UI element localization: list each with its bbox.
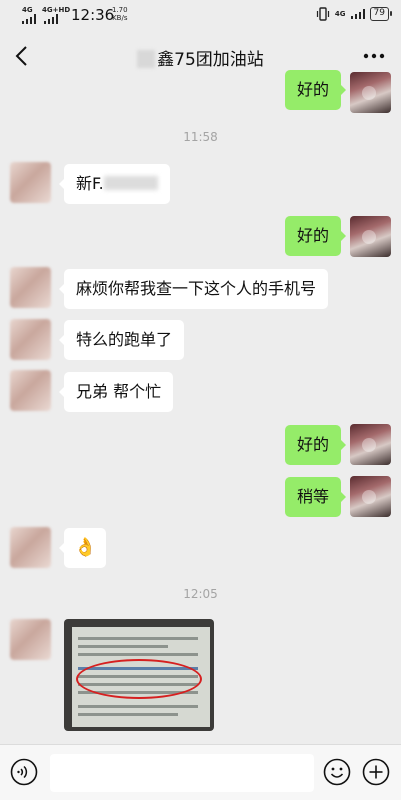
message-input[interactable] xyxy=(50,754,314,792)
my-avatar[interactable] xyxy=(350,476,391,517)
message-text: 新F. xyxy=(76,174,104,193)
input-bar xyxy=(0,744,401,800)
chat-title-text: 鑫75团加油站 xyxy=(157,50,264,70)
speed-unit: KB/s xyxy=(112,14,128,22)
message-bubble-in[interactable]: 麻烦你帮我查一下这个人的手机号 xyxy=(58,269,329,309)
message-bubble-out[interactable]: 稍等 xyxy=(284,477,347,517)
my-avatar[interactable] xyxy=(350,216,391,257)
speed-value: 1.70 xyxy=(112,6,128,14)
photo-detail xyxy=(78,645,168,648)
signal-icon-2 xyxy=(44,14,58,24)
status-right-group: 4G 79 xyxy=(316,7,393,21)
signal-icon-3 xyxy=(350,9,365,19)
photo-detail xyxy=(78,653,198,656)
emoji-icon xyxy=(323,758,351,786)
my-avatar[interactable] xyxy=(350,424,391,465)
redacted-text xyxy=(103,176,158,190)
message-bubble-out[interactable]: 好的 xyxy=(284,425,347,465)
status-bar: 4G 4G+HD 12:36 1.70 KB/s 4G 79 xyxy=(0,0,401,30)
clock: 12:36 xyxy=(71,6,115,24)
message-bubble-in[interactable]: 兄弟 帮个忙 xyxy=(58,372,174,412)
my-avatar[interactable] xyxy=(350,72,391,113)
timestamp: 11:58 xyxy=(183,130,218,144)
voice-icon xyxy=(10,758,38,786)
more-actions-button[interactable] xyxy=(362,758,390,786)
message-bubble-out[interactable]: 好的 xyxy=(284,70,347,110)
network-label-1: 4G xyxy=(22,6,33,14)
title-redaction xyxy=(137,50,156,68)
contact-avatar[interactable] xyxy=(10,370,51,411)
plus-icon xyxy=(362,758,390,786)
network-label-2: 4G+HD xyxy=(42,6,71,14)
signal-icon xyxy=(22,14,36,24)
emoji-button[interactable] xyxy=(323,758,351,786)
photo-detail xyxy=(78,705,198,708)
message-bubble-in[interactable]: 新F. xyxy=(59,164,170,204)
photo-detail xyxy=(78,637,198,640)
more-button[interactable] xyxy=(359,44,389,68)
photo-red-circle xyxy=(76,659,202,699)
timestamp: 12:05 xyxy=(183,587,218,601)
photo-detail xyxy=(78,713,178,716)
contact-avatar[interactable] xyxy=(10,319,51,360)
contact-avatar[interactable] xyxy=(10,162,51,203)
message-bubble-in[interactable]: 👌 xyxy=(58,528,107,568)
network-speed: 1.70 KB/s xyxy=(112,6,128,22)
battery-indicator: 79 xyxy=(369,7,393,21)
message-bubble-out[interactable]: 好的 xyxy=(284,216,347,256)
right-network-label: 4G xyxy=(334,10,346,18)
contact-avatar[interactable] xyxy=(10,527,51,568)
vibrate-icon xyxy=(316,7,330,21)
message-bubble-in[interactable]: 特么的跑单了 xyxy=(58,320,185,360)
more-dots-icon xyxy=(363,53,385,59)
ok-hand-icon: 👌 xyxy=(74,537,97,558)
voice-button[interactable] xyxy=(10,758,38,786)
chat-title: 鑫75团加油站 xyxy=(0,45,401,70)
contact-avatar[interactable] xyxy=(10,267,51,308)
photo-message[interactable] xyxy=(64,619,214,731)
contact-avatar[interactable] xyxy=(10,619,51,660)
